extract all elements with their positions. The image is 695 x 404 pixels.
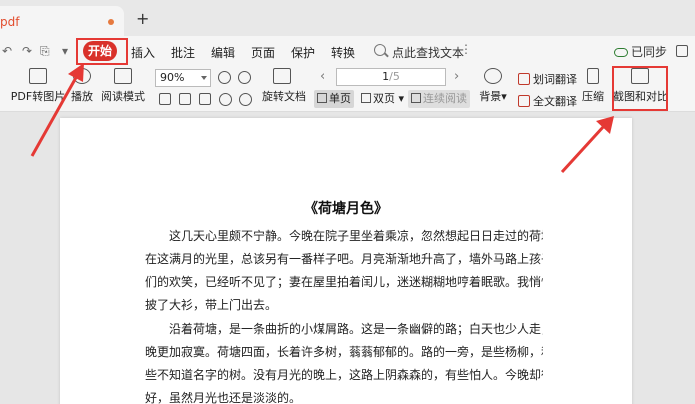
- background-button[interactable]: 背景▾: [478, 68, 508, 104]
- double-page-label: 双页: [373, 92, 395, 105]
- compress-label: 压缩: [582, 90, 604, 103]
- sync-status[interactable]: 已同步: [614, 43, 667, 60]
- rotate-right-icon[interactable]: [239, 93, 252, 106]
- new-tab-button[interactable]: +: [136, 11, 149, 27]
- tab-title: pdf: [0, 15, 20, 29]
- play-button[interactable]: 播放: [67, 68, 97, 104]
- continuous-icon: [411, 93, 421, 103]
- word-translate-label: 划词翻译: [533, 73, 577, 86]
- document-tab[interactable]: pdf: [0, 6, 124, 36]
- pdf-to-image-button[interactable]: PDF转图片: [10, 68, 66, 104]
- moon-icon: [484, 68, 502, 84]
- text-line: 些不知道名字的树。没有月光的晚上，这路上阴森森的，有些怕人。今晚却很: [145, 368, 543, 382]
- quick-access-dropdown-icon[interactable]: ▾: [62, 44, 68, 58]
- tab-strip: pdf +: [0, 0, 695, 36]
- compress-icon: [587, 68, 599, 84]
- next-page-icon[interactable]: ›: [454, 69, 459, 84]
- tab-convert[interactable]: 转换: [331, 44, 355, 61]
- text-line: 们的欢笑，已经听不见了；妻在屋里拍着闰儿，迷迷糊糊地哼着眠歌。我悄悄地: [145, 275, 543, 289]
- tab-edit[interactable]: 编辑: [211, 44, 235, 61]
- full-translate-label: 全文翻译: [533, 95, 577, 108]
- actual-size-icon[interactable]: [159, 93, 171, 105]
- total-pages: /5: [389, 70, 400, 83]
- chevron-down-icon: [201, 76, 207, 80]
- text-line: 在这满月的光里，总该另有一番样子吧。月亮渐渐地升高了，墙外马路上孩子: [145, 252, 543, 266]
- document-viewport: 《荷塘月色》 这几天心里颇不宁静。今晚在院子里坐着乘凉，忽然想起日日走过的荷塘，…: [0, 112, 695, 404]
- unsaved-dot-icon: [108, 19, 114, 25]
- continuous-read-label: 连续阅读: [423, 92, 467, 105]
- single-page-label: 单页: [329, 92, 351, 105]
- document-page: 《荷塘月色》 这几天心里颇不宁静。今晚在院子里坐着乘凉，忽然想起日日走过的荷塘，…: [60, 118, 632, 404]
- share-icon[interactable]: [676, 45, 688, 57]
- save-as-icon[interactable]: ⎘: [40, 44, 50, 59]
- screenshot-compare-highlight: [612, 66, 668, 111]
- page-number-input[interactable]: 1/5: [336, 68, 446, 86]
- tab-annotate[interactable]: 批注: [171, 44, 195, 61]
- text-line: 这几天心里颇不宁静。今晚在院子里坐着乘凉，忽然想起日日走过的荷塘，: [145, 229, 543, 243]
- read-mode-button[interactable]: 阅读模式: [101, 68, 145, 104]
- rotate-document-label: 旋转文档: [262, 90, 306, 103]
- zoom-out-icon[interactable]: [218, 71, 231, 84]
- paragraph-1: 这几天心里颇不宁静。今晚在院子里坐着乘凉，忽然想起日日走过的荷塘， 在这满月的光…: [145, 225, 543, 317]
- double-page-icon: [361, 93, 371, 103]
- text-line: 沿着荷塘，是一条曲折的小煤屑路。这是一条幽僻的路；白天也少人走，夜: [145, 322, 543, 336]
- undo-icon[interactable]: ↶: [2, 44, 12, 58]
- cloud-icon: [614, 48, 628, 57]
- tab-insert[interactable]: 插入: [131, 44, 155, 61]
- sync-label: 已同步: [631, 45, 668, 59]
- redo-icon[interactable]: ↷: [22, 44, 32, 58]
- text-line: 好，虽然月光也还是淡淡的。: [145, 391, 302, 404]
- more-menu-icon[interactable]: ⋮: [460, 42, 472, 56]
- rotate-left-icon[interactable]: [219, 93, 232, 106]
- tab-page[interactable]: 页面: [251, 44, 275, 61]
- pdf-to-image-label: PDF转图片: [10, 90, 66, 103]
- translate-icon: [518, 73, 530, 85]
- text-line: 披了大衫，带上门出去。: [145, 298, 278, 312]
- search-placeholder: 点此查找文本: [392, 46, 465, 60]
- read-mode-label: 阅读模式: [101, 90, 145, 103]
- continuous-read-button[interactable]: 连续阅读: [408, 90, 470, 108]
- rotate-document-button[interactable]: 旋转文档: [262, 68, 306, 104]
- background-label: 背景▾: [479, 90, 507, 103]
- play-label: 播放: [71, 90, 93, 103]
- single-page-button[interactable]: 单页: [314, 90, 354, 108]
- zoom-select[interactable]: 90%: [155, 69, 211, 87]
- search-icon: [374, 44, 386, 56]
- rotate-doc-icon: [273, 68, 291, 84]
- word-translate-button[interactable]: 划词翻译: [518, 71, 577, 87]
- tab-protect[interactable]: 保护: [291, 44, 315, 61]
- book-icon: [114, 68, 132, 84]
- pdf-reader-window: pdf + ↶ ↷ ⎘ ▾ 开始 插入 批注 编辑 页面 保护 转换 点此查找文…: [0, 0, 695, 404]
- document-title: 《荷塘月色》: [304, 201, 388, 217]
- compress-button[interactable]: 压缩: [580, 68, 606, 104]
- start-tab-highlight: [76, 38, 128, 65]
- zoom-in-icon[interactable]: [238, 71, 251, 84]
- single-page-icon: [317, 93, 327, 103]
- prev-page-icon[interactable]: ‹: [320, 69, 325, 84]
- fit-page-icon[interactable]: [179, 93, 191, 105]
- full-translate-button[interactable]: 全文翻译: [518, 93, 577, 109]
- ribbon-toolbar: PDF转图片 播放 阅读模式 90% 旋转文档 ‹ 1/5 › 单页 双页 ▾: [0, 66, 695, 112]
- image-icon: [29, 68, 47, 84]
- text-line: 晚更加寂寞。荷塘四面，长着许多树，蓊蓊郁郁的。路的一旁，是些杨柳，和 一: [145, 345, 543, 359]
- fit-width-icon[interactable]: [199, 93, 211, 105]
- zoom-value: 90%: [160, 71, 185, 84]
- play-icon: [73, 68, 91, 84]
- full-translate-icon: [518, 95, 530, 107]
- paragraph-2: 沿着荷塘，是一条曲折的小煤屑路。这是一条幽僻的路；白天也少人走，夜 晚更加寂寞。…: [145, 318, 543, 404]
- double-page-button[interactable]: 双页 ▾: [358, 90, 407, 108]
